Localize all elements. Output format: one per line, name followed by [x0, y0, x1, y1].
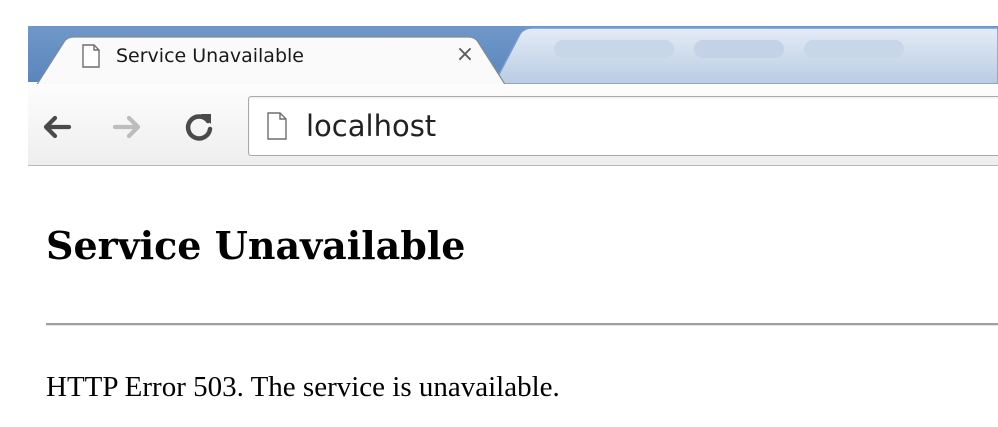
- page-icon: [81, 44, 101, 68]
- page-title: Service Unavailable: [46, 223, 466, 268]
- arrow-left-icon[interactable]: [40, 110, 74, 144]
- tab-title: Service Unavailable: [116, 45, 304, 67]
- inactive-tab[interactable]: [494, 26, 998, 84]
- error-message: HTTP Error 503. The service is unavailab…: [46, 371, 560, 403]
- address-bar-url[interactable]: localhost: [306, 106, 436, 146]
- arrow-right-icon[interactable]: [110, 110, 144, 144]
- close-icon[interactable]: ×: [453, 42, 477, 68]
- reload-icon[interactable]: [182, 110, 216, 144]
- browser-window: Service Unavailable × localhost: [0, 0, 998, 168]
- divider: [46, 323, 998, 326]
- page-icon: [266, 112, 288, 140]
